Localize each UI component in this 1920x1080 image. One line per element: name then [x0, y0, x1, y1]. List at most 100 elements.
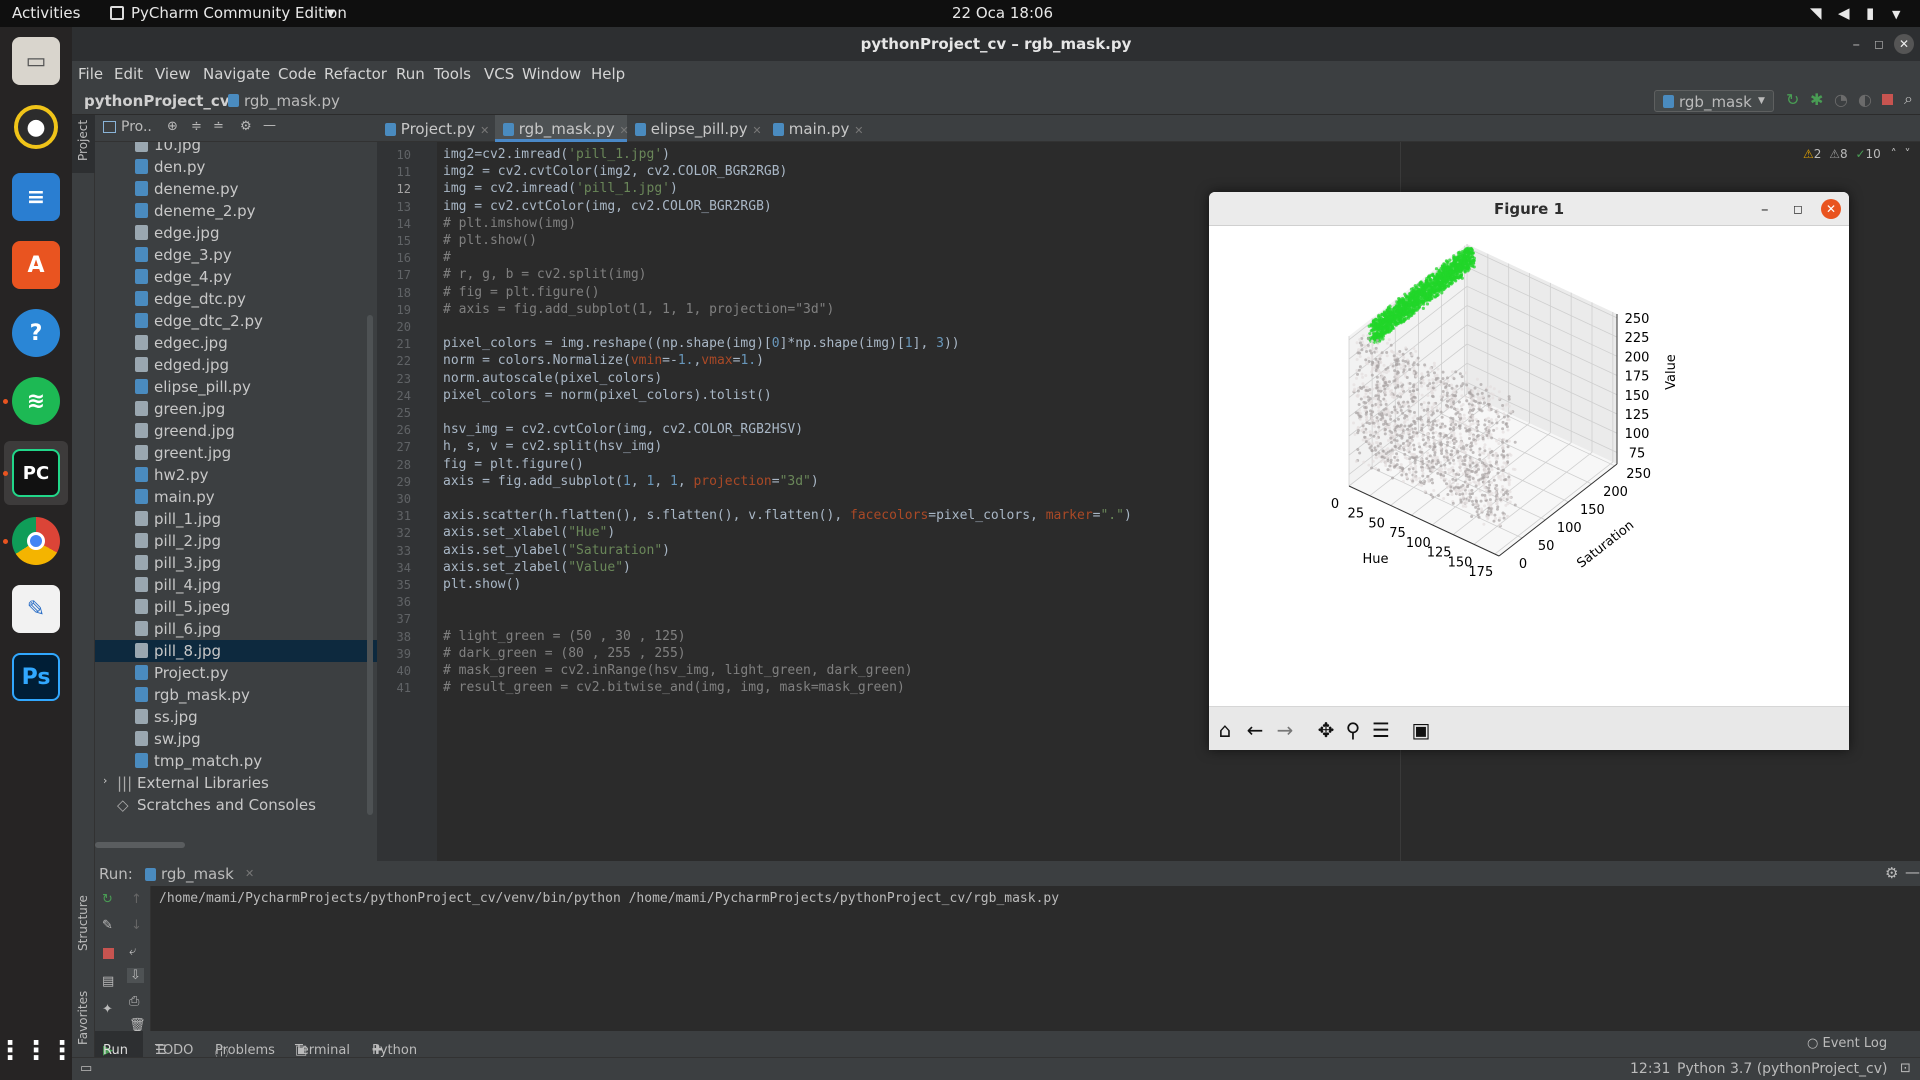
code-line[interactable]: axis.scatter(h.flatten(), s.flatten(), v…: [443, 508, 1132, 523]
project-tree-item[interactable]: pill_6.jpg: [95, 618, 377, 640]
code-line[interactable]: # dark_green = (80 , 255 , 255): [443, 646, 686, 661]
code-line[interactable]: img = cv2.cvtColor(img, cv2.COLOR_BGR2RG…: [443, 199, 772, 214]
chrome-icon[interactable]: [12, 517, 60, 565]
code-line[interactable]: pixel_colors = img.reshape((np.shape(img…: [443, 336, 960, 351]
inspection-widget[interactable]: ⚠2 ⚠8 ✓10 ˄ ˅: [1803, 147, 1910, 161]
code-line[interactable]: # axis = fig.add_subplot(1, 1, 1, projec…: [443, 302, 834, 317]
code-line[interactable]: # plt.imshow(img): [443, 216, 576, 231]
code-line[interactable]: img2=cv2.imread('pill_1.jpg'): [443, 147, 670, 162]
code-line[interactable]: # light_green = (50 , 30 , 125): [443, 629, 686, 644]
chevron-up-icon[interactable]: ˄: [1891, 147, 1897, 161]
toggle-tool-windows-icon[interactable]: ▭: [80, 1061, 92, 1076]
menu-file[interactable]: File: [78, 65, 103, 83]
writer-icon[interactable]: ≡: [12, 173, 60, 221]
clock[interactable]: 22 Oca 18:06: [952, 4, 1053, 22]
back-icon[interactable]: ←: [1241, 716, 1269, 744]
debug-icon[interactable]: ✱: [1810, 90, 1823, 109]
python-interpreter[interactable]: Python 3.7 (pythonProject_cv): [1677, 1061, 1887, 1077]
project-tree-item[interactable]: edge_3.py: [95, 244, 377, 266]
hscroll-thumb[interactable]: [95, 842, 185, 848]
project-tree-item[interactable]: deneme.py: [95, 178, 377, 200]
menu-window[interactable]: Window: [522, 65, 581, 83]
coverage-icon[interactable]: ◐: [1858, 90, 1872, 109]
profile-icon[interactable]: ◔: [1834, 90, 1848, 109]
project-tree-item[interactable]: edged.jpg: [95, 354, 377, 376]
code-line[interactable]: axis = fig.add_subplot(1, 1, 1, projecti…: [443, 474, 819, 489]
scratches-node[interactable]: ◇ Scratches and Consoles: [95, 794, 377, 816]
project-tree-item[interactable]: pill_2.jpg: [95, 530, 377, 552]
project-tree-item[interactable]: edge_dtc.py: [95, 288, 377, 310]
menu-tools[interactable]: Tools: [434, 65, 471, 83]
maximize-icon[interactable]: ◻: [1874, 27, 1884, 61]
show-apps-icon[interactable]: ⋮⋮⋮: [0, 1027, 75, 1075]
save-icon[interactable]: ▣: [1407, 716, 1435, 744]
spotify-icon[interactable]: ≋: [12, 377, 60, 425]
wrench-icon[interactable]: ✎: [102, 918, 113, 933]
code-line[interactable]: h, s, v = cv2.split(hsv_img): [443, 439, 662, 454]
project-tree-item[interactable]: green.jpg: [95, 398, 377, 420]
project-tool-label[interactable]: Project: [76, 120, 90, 161]
project-tree-item[interactable]: pill_5.jpeg: [95, 596, 377, 618]
project-tree-item[interactable]: edge_dtc_2.py: [95, 310, 377, 332]
app-menu[interactable]: PyCharm Community Edition: [131, 4, 347, 22]
close-icon[interactable]: ✕: [1821, 199, 1841, 219]
chevron-right-icon[interactable]: ›: [103, 774, 107, 787]
close-tab-icon[interactable]: ✕: [619, 124, 628, 137]
project-tree-item[interactable]: pill_3.jpg: [95, 552, 377, 574]
lock-icon[interactable]: ⊡: [1900, 1061, 1911, 1076]
minimize-icon[interactable]: –: [1853, 27, 1861, 61]
rerun-icon[interactable]: ↻: [102, 892, 113, 907]
project-tree-item[interactable]: elipse_pill.py: [95, 376, 377, 398]
volume-icon[interactable]: ◀: [1838, 4, 1850, 22]
photoshop-icon[interactable]: Ps: [12, 653, 60, 701]
project-tree-item[interactable]: pill_1.jpg: [95, 508, 377, 530]
code-line[interactable]: #: [443, 250, 451, 265]
tab-elipse-pill-py[interactable]: elipse_pill.py ✕: [635, 115, 765, 142]
project-tree-item[interactable]: edgec.jpg: [95, 332, 377, 354]
caret-position[interactable]: 12:31: [1630, 1061, 1670, 1077]
rerun-icon[interactable]: ↻: [1786, 90, 1799, 109]
tab-rgb-mask-py[interactable]: rgb_mask.py ✕: [495, 115, 629, 142]
stop-icon[interactable]: [1882, 94, 1893, 105]
project-tree-item[interactable]: greend.jpg: [95, 420, 377, 442]
tree-hscroll[interactable]: [95, 836, 377, 861]
gear-icon[interactable]: ⚙: [240, 119, 252, 134]
code-line[interactable]: axis.set_xlabel("Hue"): [443, 525, 615, 540]
project-tree-item[interactable]: main.py: [95, 486, 377, 508]
chevron-down-icon[interactable]: ˅: [1904, 147, 1910, 161]
project-tree-item[interactable]: den.py: [95, 156, 377, 178]
structure-tool-label[interactable]: Structure: [76, 895, 90, 951]
menu-view[interactable]: View: [155, 65, 191, 83]
hide-icon[interactable]: —: [1905, 863, 1920, 881]
menu-code[interactable]: Code: [278, 65, 316, 83]
project-tree-item[interactable]: tmp_match.py: [95, 750, 377, 772]
close-tab-icon[interactable]: ✕: [480, 124, 489, 137]
code-line[interactable]: axis.set_zlabel("Value"): [443, 560, 631, 575]
expand-all-icon[interactable]: ≑: [191, 119, 202, 134]
menu-edit[interactable]: Edit: [114, 65, 143, 83]
files-icon[interactable]: ▭: [12, 37, 60, 85]
code-line[interactable]: img = cv2.imread('pill_1.jpg'): [443, 181, 678, 196]
close-tab-icon[interactable]: ✕: [752, 124, 761, 137]
code-line[interactable]: # result_green = cv2.bitwise_and(img, im…: [443, 680, 905, 695]
code-line[interactable]: plt.show(): [443, 577, 521, 592]
minimize-icon[interactable]: –: [1761, 192, 1769, 226]
run-tab[interactable]: rgb_mask: [161, 865, 234, 883]
code-line[interactable]: fig = plt.figure(): [443, 457, 584, 472]
activities-button[interactable]: Activities: [12, 4, 80, 22]
code-line[interactable]: pixel_colors = norm(pixel_colors).tolist…: [443, 388, 772, 403]
collapse-all-icon[interactable]: ≐: [213, 119, 224, 134]
project-tree-item[interactable]: ss.jpg: [95, 706, 377, 728]
3d-scatter-plot[interactable]: 0255075100125150175050100150200250751001…: [1209, 226, 1849, 706]
code-line[interactable]: # mask_green = cv2.inRange(hsv_img, ligh…: [443, 663, 913, 678]
code-line[interactable]: axis.set_ylabel("Saturation"): [443, 543, 670, 558]
breadcrumb-file[interactable]: rgb_mask.py: [244, 92, 340, 110]
project-tree-item[interactable]: greent.jpg: [95, 442, 377, 464]
menu-help[interactable]: Help: [591, 65, 625, 83]
close-icon[interactable]: ✕: [1894, 34, 1914, 54]
code-line[interactable]: # r, g, b = cv2.split(img): [443, 267, 647, 282]
menu-run[interactable]: Run: [396, 65, 425, 83]
menu-navigate[interactable]: Navigate: [203, 65, 270, 83]
project-tree-item[interactable]: rgb_mask.py: [95, 684, 377, 706]
code-line[interactable]: norm = colors.Normalize(vmin=-1.,vmax=1.…: [443, 353, 764, 368]
